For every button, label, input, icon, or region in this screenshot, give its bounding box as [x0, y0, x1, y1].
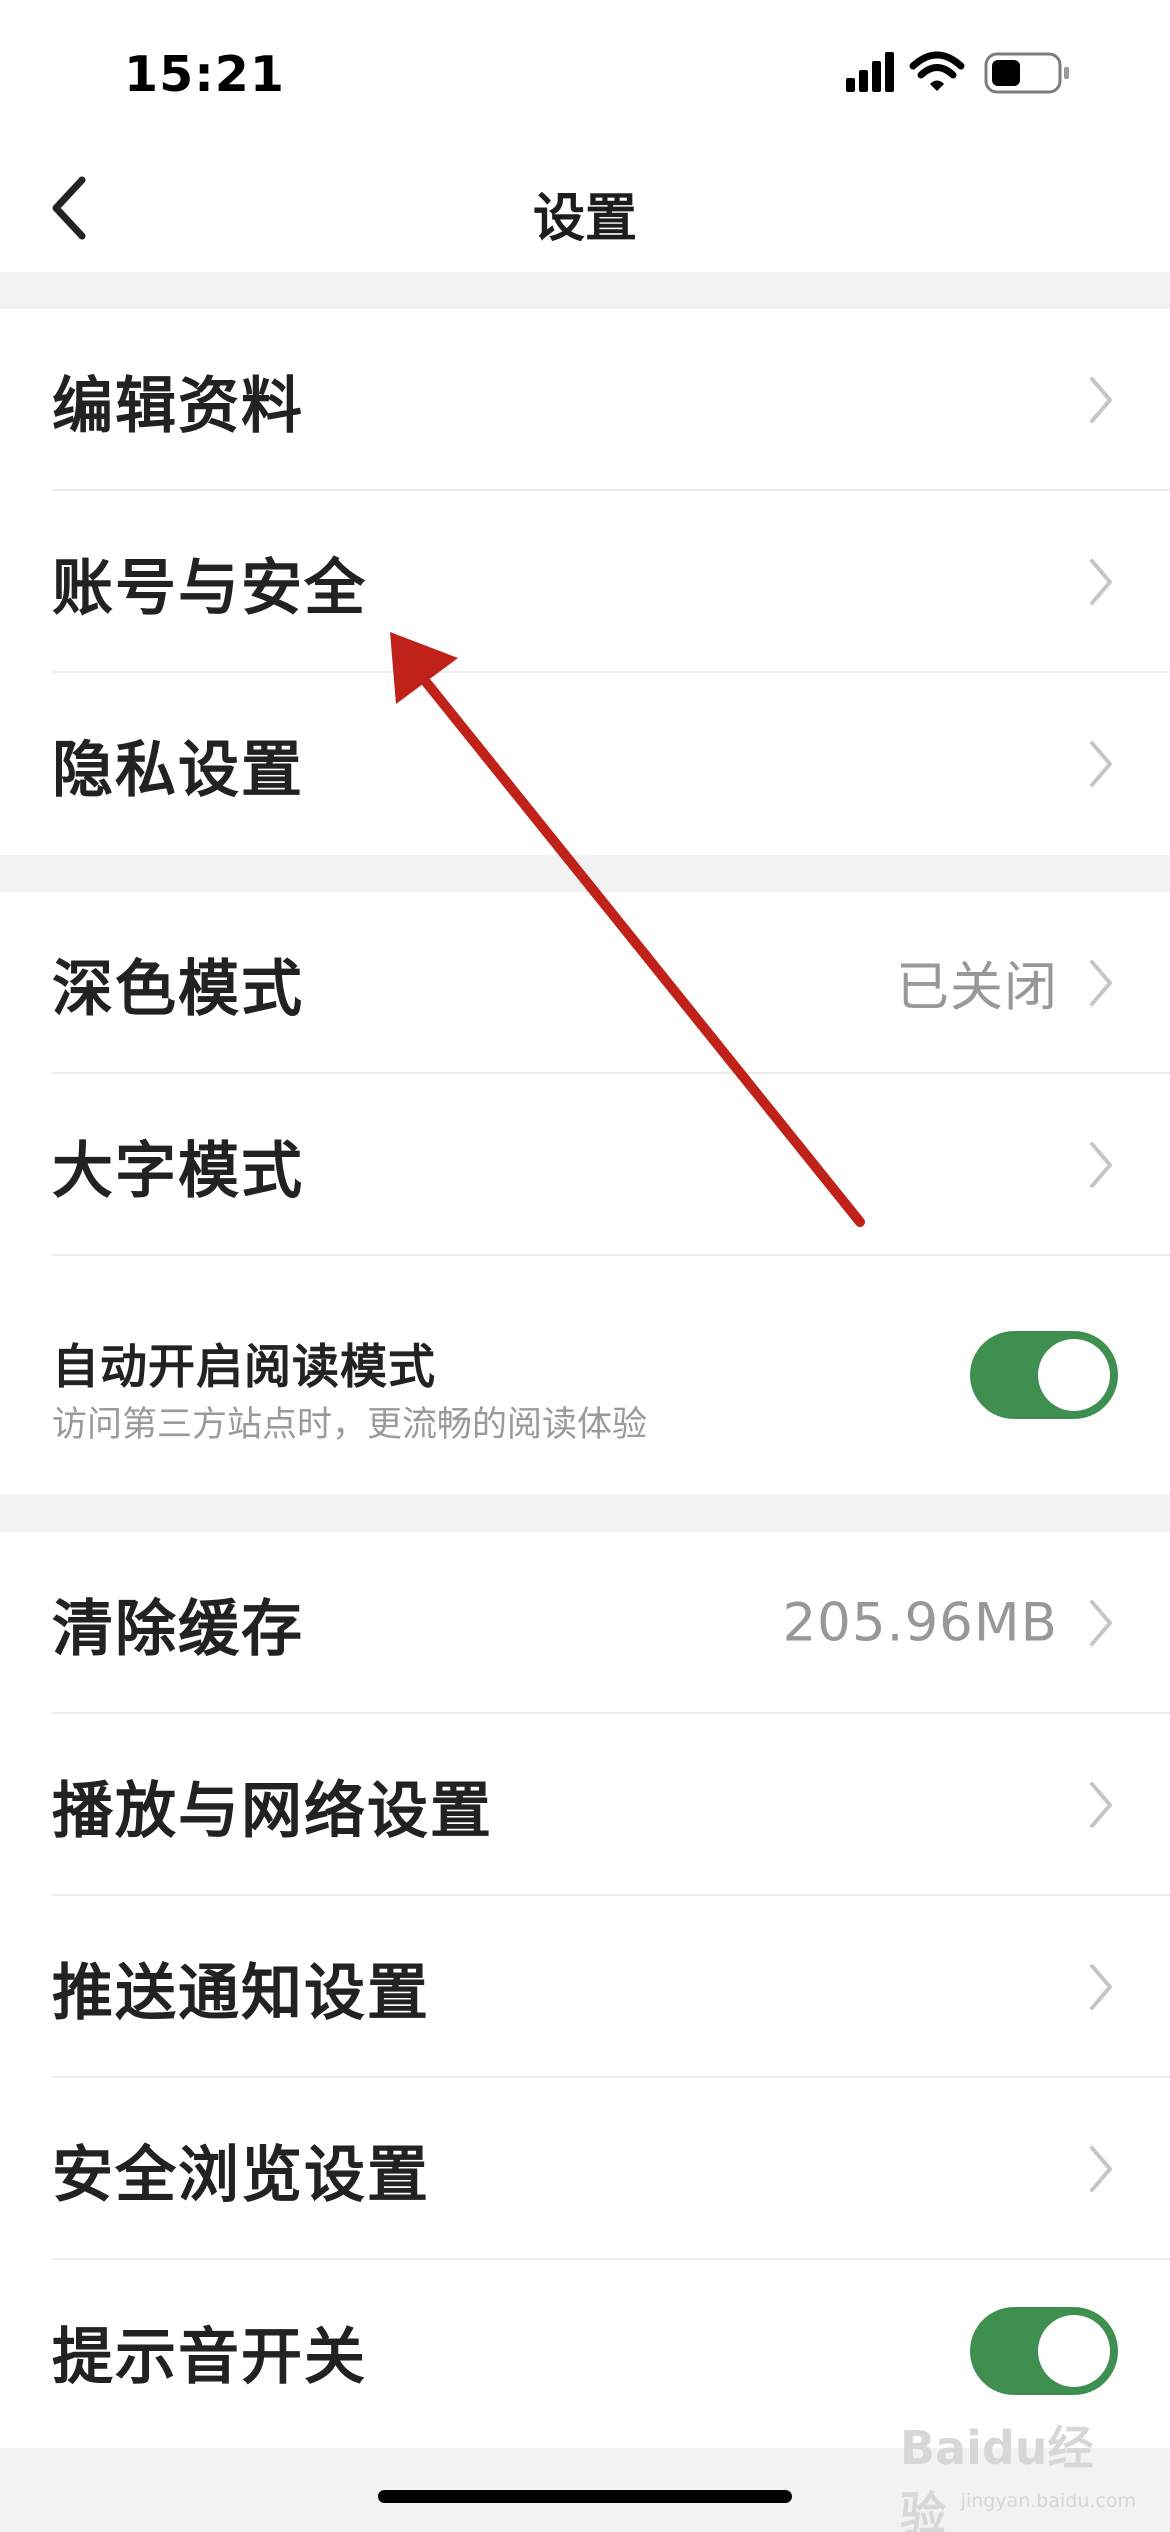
row-label: 提示音开关 — [52, 2321, 368, 2393]
wifi-icon — [909, 51, 965, 91]
settings-row-privacy[interactable]: 隐私设置 — [0, 673, 1170, 855]
chevron-right-icon — [1090, 559, 1112, 605]
settings-row-edit-profile[interactable]: 编辑资料 — [0, 309, 1170, 491]
row-label: 编辑资料 — [52, 370, 305, 442]
chevron-right-icon — [1090, 377, 1112, 423]
row-label: 隐私设置 — [52, 734, 305, 806]
watermark-url: jingyan.baidu.com — [960, 2490, 1136, 2512]
chevron-right-icon — [1090, 1964, 1112, 2010]
chevron-right-icon — [1090, 1142, 1112, 1188]
settings-row-account-security[interactable]: 账号与安全 — [0, 491, 1170, 673]
battery-icon — [984, 52, 1069, 94]
watermark-logo: Baidu经验 — [900, 2421, 1094, 2532]
settings-row-playback-network[interactable]: 播放与网络设置 — [0, 1714, 1170, 1896]
settings-row-clear-cache[interactable]: 清除缓存 205.96MB — [0, 1532, 1170, 1714]
chevron-right-icon — [1090, 2146, 1112, 2192]
chevron-right-icon — [1090, 1782, 1112, 1828]
row-label: 账号与安全 — [52, 552, 368, 624]
settings-row-dark-mode[interactable]: 深色模式 已关闭 — [0, 892, 1170, 1074]
cellular-signal-icon — [846, 52, 894, 92]
top-bar: 15:21 设置 — [0, 0, 1170, 272]
row-value: 205.96MB — [782, 1592, 1058, 1654]
settings-row-large-font[interactable]: 大字模式 — [0, 1074, 1170, 1256]
auto-reading-mode-toggle[interactable] — [970, 1331, 1118, 1419]
page-title: 设置 — [532, 189, 637, 249]
settings-screen: 15:21 设置 编辑资料 账号与安全 隐私设置 深色模式 已关闭 大字模式 自… — [0, 0, 1170, 2532]
row-label: 推送通知设置 — [52, 1957, 431, 2029]
settings-group-general: 清除缓存 205.96MB 播放与网络设置 推送通知设置 安全浏览设置 提示音开… — [0, 1532, 1170, 2448]
settings-row-push-notifications[interactable]: 推送通知设置 — [0, 1896, 1170, 2078]
status-icons — [846, 51, 1069, 94]
row-label: 安全浏览设置 — [52, 2139, 431, 2211]
toggle-knob — [1038, 1339, 1110, 1411]
row-label: 清除缓存 — [52, 1593, 305, 1665]
row-label: 大字模式 — [52, 1135, 305, 1207]
settings-group-display: 深色模式 已关闭 大字模式 自动开启阅读模式 访问第三方站点时，更流畅的阅读体验 — [0, 892, 1170, 1494]
settings-row-safe-browsing[interactable]: 安全浏览设置 — [0, 2078, 1170, 2260]
chevron-right-icon — [1090, 960, 1112, 1006]
row-value: 已关闭 — [896, 957, 1058, 1018]
settings-row-auto-reading-mode: 自动开启阅读模式 访问第三方站点时，更流畅的阅读体验 — [0, 1256, 1170, 1494]
status-time: 15:21 — [124, 46, 285, 103]
toggle-knob — [1038, 2315, 1110, 2387]
row-label: 自动开启阅读模式 — [52, 1340, 436, 1395]
sound-switch-toggle[interactable] — [970, 2307, 1118, 2395]
chevron-right-icon — [1090, 741, 1112, 787]
home-indicator[interactable] — [378, 2490, 792, 2503]
chevron-right-icon — [1090, 1600, 1112, 1646]
settings-group-profile: 编辑资料 账号与安全 隐私设置 — [0, 309, 1170, 855]
row-subtitle: 访问第三方站点时，更流畅的阅读体验 — [52, 1405, 648, 1445]
row-label: 深色模式 — [52, 953, 305, 1025]
row-label: 播放与网络设置 — [52, 1775, 494, 1847]
